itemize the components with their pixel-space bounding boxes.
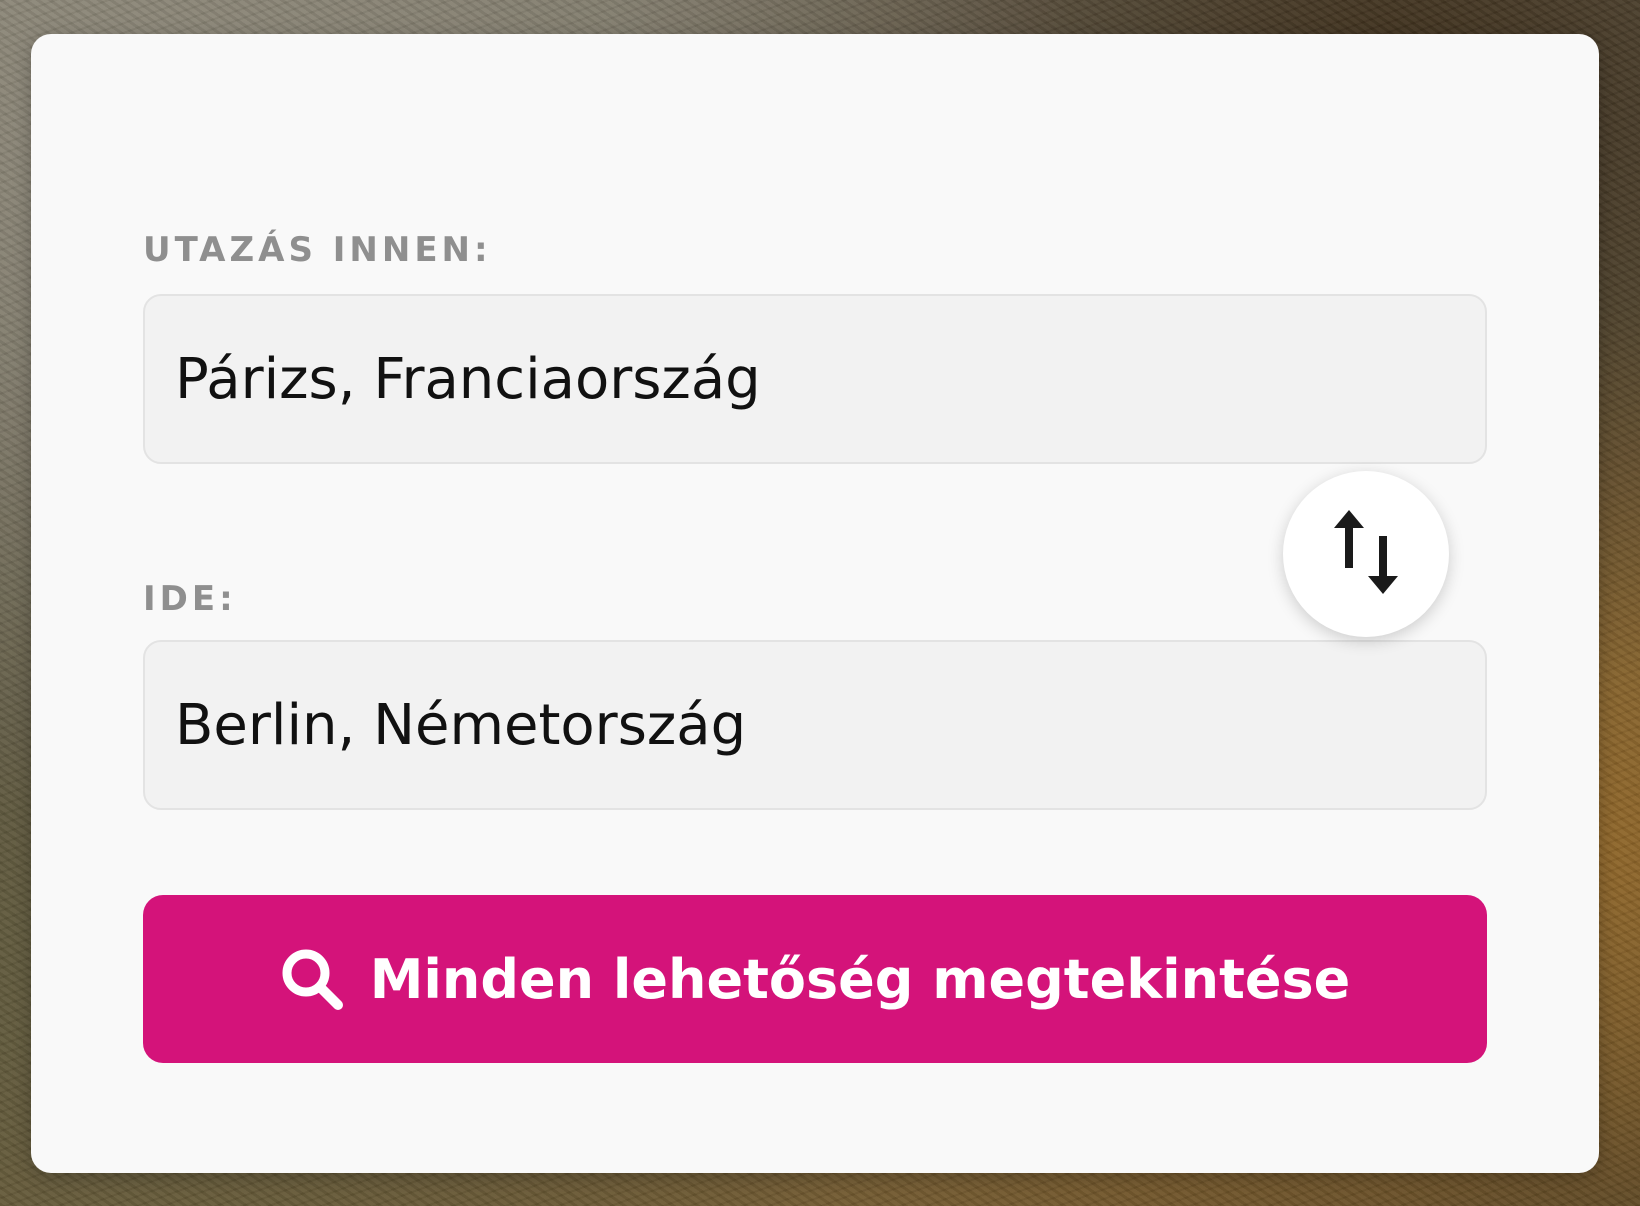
- from-field[interactable]: Párizs, Franciaország: [143, 294, 1487, 464]
- search-button-label: Minden lehetőség megtekintése: [369, 947, 1351, 1011]
- view-all-options-button[interactable]: Minden lehetőség megtekintése: [143, 895, 1487, 1063]
- to-label: IDE:: [143, 579, 237, 619]
- search-icon: [280, 947, 344, 1011]
- from-field-value: Párizs, Franciaország: [175, 346, 761, 412]
- swap-locations-button[interactable]: [1283, 471, 1449, 637]
- trip-search-card: UTAZÁS INNEN: Párizs, Franciaország IDE:…: [31, 34, 1599, 1173]
- to-field-value: Berlin, Németország: [175, 692, 747, 758]
- from-label: UTAZÁS INNEN:: [143, 230, 492, 270]
- swap-vertical-arrows-icon: [1334, 510, 1398, 598]
- to-field[interactable]: Berlin, Németország: [143, 640, 1487, 810]
